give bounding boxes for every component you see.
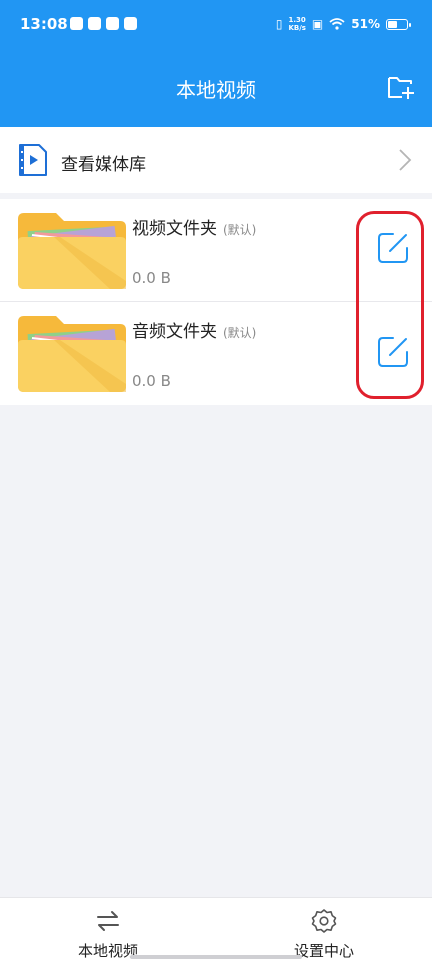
status-bar: 13:08 ▯ 1.30 KB/s ▣ 51% <box>0 0 432 48</box>
folder-size: 0.0 B <box>132 269 171 287</box>
weibo-icon <box>124 17 137 30</box>
vibrate-icon: ▯ <box>275 17 283 31</box>
page-title: 本地视频 <box>176 78 256 102</box>
folder-add-icon[interactable] <box>386 72 416 102</box>
network-speed: 1.30 KB/s <box>288 16 306 32</box>
status-time: 13:08 <box>20 15 68 33</box>
nav-local-video[interactable]: 本地视频 <box>58 908 158 961</box>
folder-icon <box>18 213 126 289</box>
tiktok-icon <box>70 17 83 30</box>
folder-icon <box>18 316 126 392</box>
status-app-icons <box>70 17 137 30</box>
default-tag: (默认) <box>223 223 257 237</box>
default-tag: (默认) <box>223 326 257 340</box>
bottom-nav: 本地视频 设置中心 <box>0 897 432 964</box>
chevron-right-icon <box>399 149 412 171</box>
app-bar: 本地视频 <box>0 48 432 127</box>
folder-name: 音频文件夹 (默认) <box>132 322 257 342</box>
folder-name: 视频文件夹 (默认) <box>132 219 257 239</box>
wifi-icon <box>329 18 345 30</box>
app-notification-icon <box>106 17 119 30</box>
gear-icon <box>311 909 337 933</box>
video-file-icon <box>19 144 47 176</box>
swap-arrows-icon <box>97 911 119 931</box>
status-right: ▯ 1.30 KB/s ▣ 51% <box>275 16 411 32</box>
battery-percent: 51% <box>351 17 380 31</box>
sim-icon: ▣ <box>311 17 324 31</box>
folder-size: 0.0 B <box>132 372 171 390</box>
nav-settings[interactable]: 设置中心 <box>274 908 374 961</box>
battery-icon <box>386 18 411 30</box>
gesture-bar[interactable] <box>130 955 302 959</box>
media-library-row[interactable]: 查看媒体库 <box>0 127 432 193</box>
highlight-outline <box>356 211 424 399</box>
media-library-label: 查看媒体库 <box>61 155 146 175</box>
app-notification-icon <box>88 17 101 30</box>
battery-fill <box>388 20 397 28</box>
